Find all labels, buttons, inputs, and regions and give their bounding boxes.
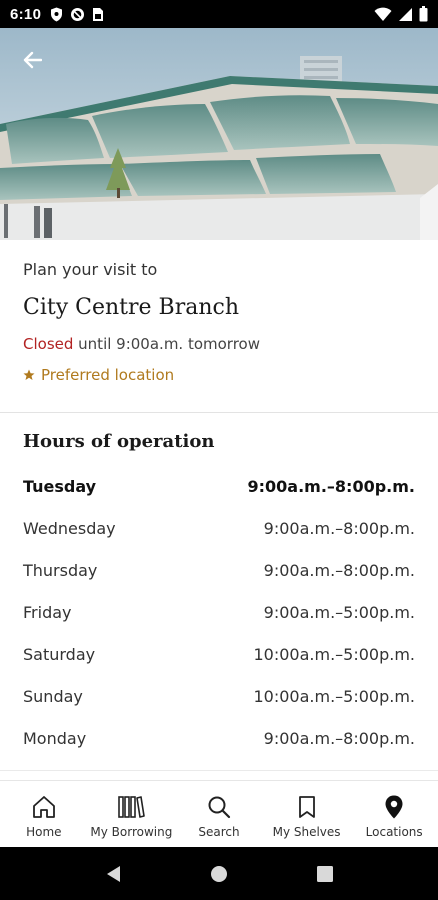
hours-day: Tuesday xyxy=(23,476,97,496)
status-detail: until 9:00a.m. tomorrow xyxy=(78,335,260,353)
nav-locations[interactable]: Locations xyxy=(350,781,438,847)
hours-row: Wednesday 9:00a.m.–8:00p.m. xyxy=(23,507,415,549)
hours-time: 9:00a.m.–5:00p.m. xyxy=(263,602,415,622)
hours-time: 9:00a.m.–8:00p.m. xyxy=(263,728,415,748)
hours-title: Hours of operation xyxy=(23,431,215,452)
hours-day: Saturday xyxy=(23,644,96,664)
preferred-location-label: Preferred location xyxy=(41,366,175,384)
location-pin-icon xyxy=(385,795,403,819)
status-time: 6:10 xyxy=(10,5,42,23)
closed-label: Closed xyxy=(23,335,74,353)
branch-info: Plan your visit to City Centre Branch Cl… xyxy=(0,240,438,412)
hours-row: Friday 9:00a.m.–5:00p.m. xyxy=(23,591,415,633)
hours-time: 9:00a.m.–8:00p.m. xyxy=(263,560,415,580)
hours-row: Tuesday 9:00a.m.–8:00p.m. xyxy=(23,465,415,507)
hours-day: Monday xyxy=(23,728,87,748)
recents-square-icon[interactable] xyxy=(316,865,334,883)
arrow-left-icon xyxy=(23,51,42,69)
hours-row: Thursday 9:00a.m.–8:00p.m. xyxy=(23,549,415,591)
library-building-image xyxy=(0,28,438,240)
search-icon xyxy=(208,796,231,819)
nav-search[interactable]: Search xyxy=(175,781,263,847)
signal-icon xyxy=(399,7,412,21)
back-triangle-icon[interactable] xyxy=(104,864,122,884)
star-icon xyxy=(23,369,35,380)
books-icon xyxy=(118,796,146,818)
nav-my-borrowing-label: My Borrowing xyxy=(90,825,173,839)
preferred-location[interactable]: Preferred location xyxy=(23,366,174,384)
hours-time: 10:00a.m.–5:00p.m. xyxy=(253,686,415,706)
hours-day: Thursday xyxy=(23,560,98,580)
blocked-icon xyxy=(71,7,85,21)
bottom-navigation: Home My Borrowing Search My Shelves Loca… xyxy=(0,780,438,847)
shield-icon xyxy=(51,7,63,21)
bookmark-icon xyxy=(298,796,315,818)
open-status: Closed until 9:00a.m. tomorrow xyxy=(23,335,260,353)
section-divider xyxy=(0,412,438,413)
status-system-icons xyxy=(374,6,428,22)
nav-search-label: Search xyxy=(198,825,240,839)
hours-time: 9:00a.m.–8:00p.m. xyxy=(263,518,415,538)
section-divider xyxy=(0,770,438,771)
hours-day: Friday xyxy=(23,602,72,622)
hours-row: Sunday 10:00a.m.–5:00p.m. xyxy=(23,675,415,717)
branch-name: City Centre Branch xyxy=(23,295,239,320)
hours-day: Sunday xyxy=(23,686,83,706)
back-button[interactable] xyxy=(12,44,52,76)
system-navigation-bar xyxy=(0,847,438,900)
branch-hero-image xyxy=(0,28,438,240)
status-bar: 6:10 xyxy=(0,0,438,28)
nav-my-borrowing[interactable]: My Borrowing xyxy=(88,781,176,847)
home-circle-icon[interactable] xyxy=(210,865,228,883)
plan-visit-label: Plan your visit to xyxy=(23,260,158,279)
status-notification-icons xyxy=(50,7,104,22)
hours-day: Wednesday xyxy=(23,518,116,538)
hours-time: 10:00a.m.–5:00p.m. xyxy=(253,644,415,664)
hours-time: 9:00a.m.–8:00p.m. xyxy=(247,476,416,496)
nav-my-shelves-label: My Shelves xyxy=(272,825,341,839)
hours-row: Saturday 10:00a.m.–5:00p.m. xyxy=(23,633,415,675)
nav-locations-label: Locations xyxy=(365,825,423,839)
hours-list: Tuesday 9:00a.m.–8:00p.m. Wednesday 9:00… xyxy=(23,465,415,759)
hours-row: Monday 9:00a.m.–8:00p.m. xyxy=(23,717,415,759)
nav-my-shelves[interactable]: My Shelves xyxy=(263,781,351,847)
sim-card-icon xyxy=(93,7,104,21)
wifi-icon xyxy=(374,7,392,21)
nav-home-label: Home xyxy=(26,825,62,839)
nav-home[interactable]: Home xyxy=(0,781,88,847)
battery-icon xyxy=(419,6,428,22)
home-icon xyxy=(32,796,55,818)
